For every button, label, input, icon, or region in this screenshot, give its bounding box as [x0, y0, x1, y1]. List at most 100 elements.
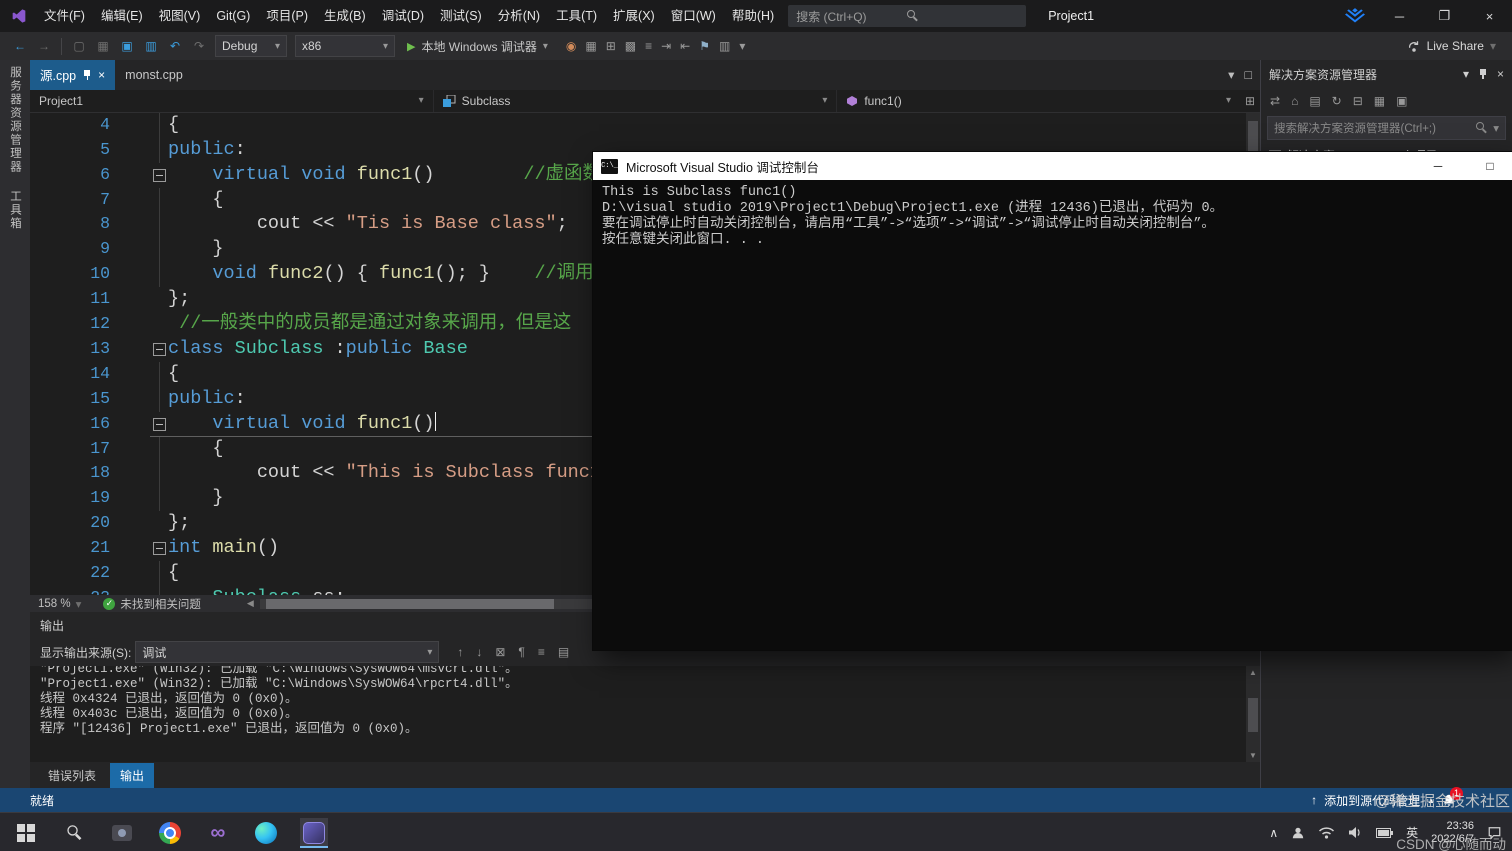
taskbar-edge[interactable] — [252, 818, 280, 848]
collapse-all-icon[interactable]: ⊟ — [1353, 94, 1363, 108]
navbar-member-dropdown[interactable]: func1() ▾ — [837, 90, 1240, 112]
save-icon[interactable]: ▣ — [115, 39, 139, 53]
scroll-up-icon[interactable]: ▲ — [1249, 668, 1257, 677]
toolbox-tab[interactable]: 工具箱 — [7, 190, 23, 231]
undo-icon[interactable]: ↶ — [163, 39, 187, 53]
solution-platform-dropdown[interactable]: x86 ▾ — [295, 35, 395, 57]
code-line[interactable]: 4{ — [30, 112, 1260, 138]
output-text-area[interactable]: "Project1.exe" (Win32): 已加载 "C:\Windows\… — [30, 666, 1260, 763]
navbar-type-dropdown[interactable]: Subclass ▾ — [434, 89, 838, 112]
toggle-messages-icon[interactable]: ≡ — [538, 645, 545, 659]
navbar-split-icon[interactable]: ⊞ — [1240, 90, 1260, 112]
fold-toggle[interactable] — [150, 163, 168, 188]
refresh-icon[interactable]: ↻ — [1332, 94, 1342, 108]
console-maximize-button[interactable]: □ — [1468, 152, 1512, 180]
menu-item[interactable]: 窗口(W) — [663, 0, 724, 32]
tab-source-cpp[interactable]: 源.cpp × — [30, 60, 116, 90]
hot-reload-icon[interactable]: ◉ — [566, 39, 576, 53]
word-wrap-icon[interactable]: ¶ — [518, 645, 524, 659]
zoom-dropdown[interactable]: 158 % ▾ — [30, 597, 89, 611]
scroll-down-icon[interactable]: ▼ — [1249, 751, 1257, 760]
menu-item[interactable]: 视图(V) — [151, 0, 209, 32]
scroll-left-icon[interactable]: ◀ — [247, 598, 254, 609]
close-tab-icon[interactable]: × — [98, 68, 105, 82]
minimize-button[interactable]: ─ — [1377, 0, 1422, 32]
menu-item[interactable]: 项目(P) — [258, 0, 316, 32]
menu-item[interactable]: 测试(S) — [432, 0, 490, 32]
collapse-box-icon[interactable] — [152, 542, 166, 555]
toolbar-overflow-icon[interactable]: ▾ — [739, 39, 745, 53]
lines-icon[interactable]: ≡ — [645, 39, 652, 53]
active-files-dropdown-icon[interactable]: ▾ — [1228, 67, 1234, 82]
properties-icon[interactable]: ▣ — [1396, 94, 1407, 108]
compare-icon[interactable]: ▥ — [719, 39, 730, 53]
diagnostics-icon[interactable]: ▦ — [585, 39, 596, 53]
menu-item[interactable]: Git(G) — [208, 0, 258, 32]
menu-item[interactable]: 扩展(X) — [605, 0, 663, 32]
navigate-forward-icon[interactable]: → — [32, 39, 56, 53]
document-health-indicator[interactable]: ✓ 未找到相关问题 — [103, 596, 201, 612]
taskbar-search-button[interactable] — [60, 818, 88, 848]
menu-item[interactable]: 帮助(H) — [724, 0, 782, 32]
columns-icon[interactable]: ▩ — [625, 39, 636, 53]
menu-item[interactable]: 工具(T) — [548, 0, 605, 32]
console-body[interactable]: This is Subclass func1() D:\visual studio… — [593, 180, 1512, 650]
output-vertical-scrollbar[interactable]: ▲ ▼ — [1246, 666, 1260, 763]
open-file-icon[interactable]: ▦ — [91, 39, 115, 53]
taskbar-camera-app[interactable] — [108, 818, 136, 848]
new-file-icon[interactable]: ▢ — [67, 39, 91, 53]
taskbar-chrome[interactable] — [156, 818, 184, 848]
fold-toggle[interactable] — [150, 412, 168, 437]
network-icon[interactable] — [1318, 826, 1335, 839]
navigate-back-icon[interactable]: ← — [8, 39, 32, 53]
solution-explorer-search-input[interactable]: 搜索解决方案资源管理器(Ctrl+;) ▾ — [1267, 116, 1506, 140]
maximize-button[interactable]: ❐ — [1422, 0, 1467, 32]
tab-monst-cpp[interactable]: monst.cpp — [115, 60, 193, 90]
clear-all-icon[interactable]: ⊠ — [495, 645, 505, 659]
battery-icon[interactable] — [1376, 827, 1394, 838]
outdent-icon[interactable]: ⇤ — [680, 39, 690, 53]
volume-icon[interactable] — [1348, 826, 1363, 839]
menu-item[interactable]: 文件(F) — [36, 0, 93, 32]
collapse-box-icon[interactable] — [152, 168, 166, 182]
output-tab[interactable]: 输出 — [110, 762, 155, 788]
indent-icon[interactable]: ⇥ — [661, 39, 671, 53]
collapse-box-icon[interactable] — [152, 417, 166, 431]
home-icon[interactable]: ⌂ — [1291, 94, 1298, 108]
show-all-files-icon[interactable]: ▦ — [1374, 94, 1385, 108]
auto-hide-pin-icon[interactable] — [1478, 68, 1488, 80]
taskbar-visual-studio[interactable]: ∞ — [204, 818, 232, 848]
live-share-button[interactable]: Live Share ▾ — [1407, 39, 1512, 53]
float-window-icon[interactable]: □ — [1244, 68, 1252, 82]
taskbar-active-app[interactable] — [300, 817, 328, 848]
redo-icon[interactable]: ↷ — [187, 39, 211, 53]
menu-item[interactable]: 编辑(E) — [93, 0, 151, 32]
debug-console-window[interactable]: C:\_ Microsoft Visual Studio 调试控制台 ─ □ T… — [593, 152, 1512, 650]
sync-with-active-document-icon[interactable]: ⇄ — [1270, 94, 1280, 108]
solution-configuration-dropdown[interactable]: Debug ▾ — [215, 35, 287, 57]
menu-item[interactable]: 生成(B) — [316, 0, 374, 32]
save-all-icon[interactable]: ▥ — [139, 39, 163, 53]
people-icon[interactable] — [1291, 826, 1305, 840]
bookmark-icon[interactable]: ⚑ — [699, 39, 710, 53]
goto-next-message-icon[interactable]: ↓ — [476, 645, 482, 659]
output-source-dropdown[interactable]: 调试 ▾ — [135, 641, 440, 664]
scrollbar-thumb[interactable] — [265, 598, 554, 609]
start-debugging-button[interactable]: ▶ 本地 Windows 调试器 ▾ — [399, 38, 556, 55]
error-list-tab[interactable]: 错误列表 — [38, 763, 106, 788]
pin-icon[interactable] — [82, 69, 92, 81]
quick-search-input[interactable]: 搜索 (Ctrl+Q) — [788, 5, 1027, 27]
server-explorer-tab[interactable]: 服务器资源管理器 — [7, 66, 23, 174]
window-position-icon[interactable]: ▾ — [1463, 67, 1469, 81]
console-title-bar[interactable]: C:\_ Microsoft Visual Studio 调试控制台 ─ □ — [593, 152, 1512, 180]
open-log-icon[interactable]: ▤ — [558, 645, 569, 659]
scrollbar-thumb[interactable] — [1248, 698, 1258, 733]
menu-item[interactable]: 分析(N) — [490, 0, 548, 32]
switch-views-icon[interactable]: ▤ — [1309, 94, 1320, 108]
goto-previous-message-icon[interactable]: ↑ — [457, 645, 463, 659]
close-panel-icon[interactable]: × — [1497, 67, 1504, 81]
collapse-box-icon[interactable] — [152, 342, 166, 356]
fold-toggle[interactable] — [150, 337, 168, 362]
start-button[interactable] — [12, 818, 40, 848]
menu-item[interactable]: 调试(D) — [374, 0, 432, 32]
